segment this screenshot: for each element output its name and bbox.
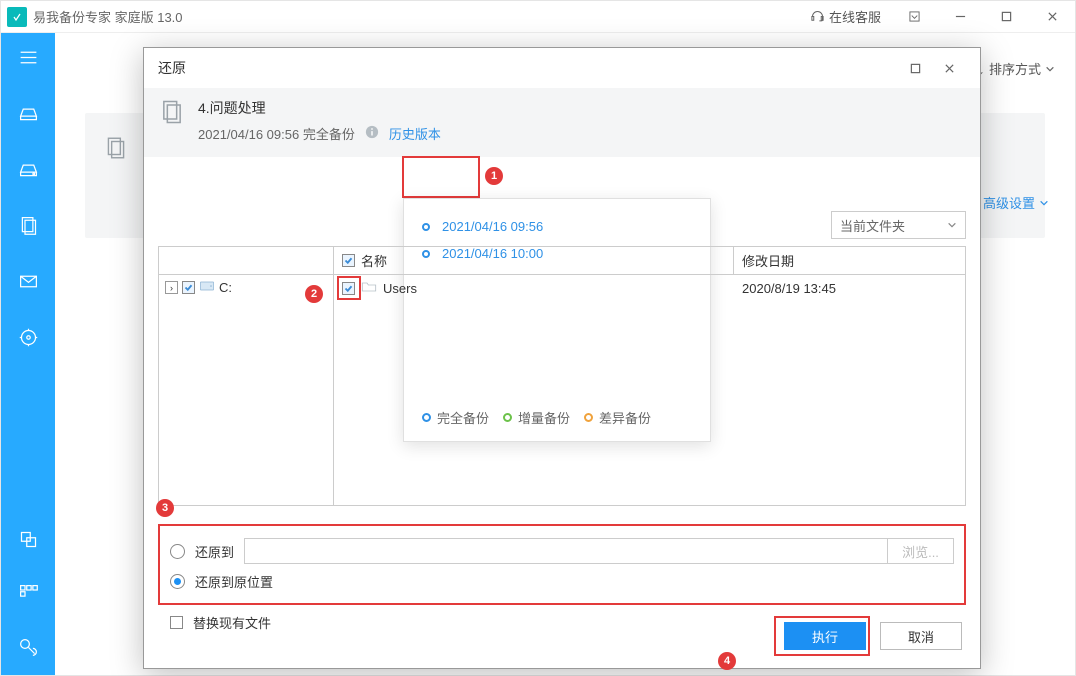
dialog-titlebar: 还原 <box>144 48 980 88</box>
tree-panel: › C: <box>159 247 334 505</box>
version-label: 2021/04/16 09:56 <box>442 219 543 234</box>
online-service-button[interactable]: 在线客服 <box>800 1 891 33</box>
app-logo-icon <box>7 7 27 27</box>
expand-toggle[interactable]: › <box>165 281 178 294</box>
disk-icon <box>199 279 215 296</box>
settings-icon[interactable] <box>18 637 39 661</box>
task-meta: 2021/04/16 09:56 完全备份 <box>198 124 355 143</box>
path-input[interactable]: 浏览... <box>244 538 954 564</box>
col-modified[interactable]: 修改日期 <box>734 247 965 274</box>
file-backup-icon[interactable] <box>18 215 39 239</box>
tools-icon[interactable] <box>18 583 39 607</box>
smart-backup-icon[interactable] <box>18 327 39 351</box>
annotation-box-checkbox <box>337 276 361 300</box>
version-item[interactable]: 2021/04/16 09:56 <box>422 213 692 240</box>
title-bar: 易我备份专家 家庭版 13.0 在线客服 <box>1 1 1075 33</box>
restore-to-label: 还原到 <box>195 542 234 561</box>
checkbox[interactable] <box>342 254 355 267</box>
checkbox[interactable] <box>182 281 195 294</box>
version-dot-icon <box>422 223 430 231</box>
scope-dropdown[interactable]: 当前文件夹 <box>831 211 966 239</box>
file-date: 2020/8/19 13:45 <box>742 281 836 296</box>
file-browser: › C: 名称 修改日期 <box>158 246 966 506</box>
file-list: 名称 修改日期 Users 2020/8/19 13:4 <box>334 247 965 505</box>
menu-icon[interactable] <box>18 47 39 71</box>
minimize-button[interactable] <box>937 1 983 33</box>
col-name[interactable]: 名称 <box>334 247 734 274</box>
annotation-box-history <box>402 156 480 198</box>
main-area: 排序方式 高级设置 还原 4.问题处理 2021/04/16 0 <box>55 33 1075 675</box>
annotation-box-options: 还原到 浏览... 还原到原位置 <box>158 524 966 605</box>
annotation-box-execute <box>774 616 870 656</box>
dialog-header: 4.问题处理 2021/04/16 09:56 完全备份 历史版本 <box>144 88 980 157</box>
annotation-marker-1: 1 <box>485 167 503 185</box>
disk-backup-icon[interactable] <box>18 103 39 127</box>
sidebar <box>1 33 55 675</box>
restore-to-row[interactable]: 还原到 浏览... <box>170 534 954 568</box>
titlebar-dropdown-button[interactable] <box>891 1 937 33</box>
headset-icon <box>810 9 825 24</box>
radio[interactable] <box>170 544 185 559</box>
info-icon[interactable] <box>365 125 379 142</box>
system-backup-icon[interactable] <box>18 159 39 183</box>
list-row[interactable]: Users 2020/8/19 13:45 <box>334 275 965 301</box>
annotation-marker-2: 2 <box>305 285 323 303</box>
restore-dialog: 还原 4.问题处理 2021/04/16 09:56 完全备份 历史版本 1 <box>143 47 981 669</box>
annotation-marker-3: 3 <box>156 499 174 517</box>
radio-checked[interactable] <box>170 574 185 589</box>
file-name: Users <box>383 281 417 296</box>
dialog-maximize-button[interactable] <box>898 48 932 88</box>
history-link[interactable]: 历史版本 <box>389 124 441 143</box>
maximize-button[interactable] <box>983 1 1029 33</box>
dialog-close-button[interactable] <box>932 48 966 88</box>
sort-button[interactable]: 排序方式 <box>969 59 1055 78</box>
restore-original-row[interactable]: 还原到原位置 <box>170 568 954 595</box>
cancel-button[interactable]: 取消 <box>880 622 962 650</box>
chevron-down-icon <box>1039 198 1049 208</box>
task-file-icon <box>103 135 129 161</box>
advanced-settings-link[interactable]: 高级设置 <box>983 193 1049 212</box>
dialog-title: 还原 <box>158 58 898 78</box>
app-window: 易我备份专家 家庭版 13.0 在线客服 排序方式 <box>0 0 1076 676</box>
clone-icon[interactable] <box>18 529 39 553</box>
chevron-down-icon <box>1045 64 1055 74</box>
browse-button[interactable]: 浏览... <box>887 539 953 563</box>
online-service-label: 在线客服 <box>829 7 881 26</box>
annotation-marker-4: 4 <box>718 652 736 670</box>
app-title: 易我备份专家 家庭版 13.0 <box>33 7 183 26</box>
task-type-icon <box>158 98 186 129</box>
folder-icon <box>361 280 377 297</box>
list-header: 名称 修改日期 <box>334 247 965 275</box>
chevron-down-icon <box>947 220 957 230</box>
drive-label: C: <box>219 280 232 295</box>
close-button[interactable] <box>1029 1 1075 33</box>
restore-original-label: 还原到原位置 <box>195 572 273 591</box>
sort-label: 排序方式 <box>989 59 1041 78</box>
task-name: 4.问题处理 <box>198 98 441 118</box>
mail-backup-icon[interactable] <box>18 271 39 295</box>
